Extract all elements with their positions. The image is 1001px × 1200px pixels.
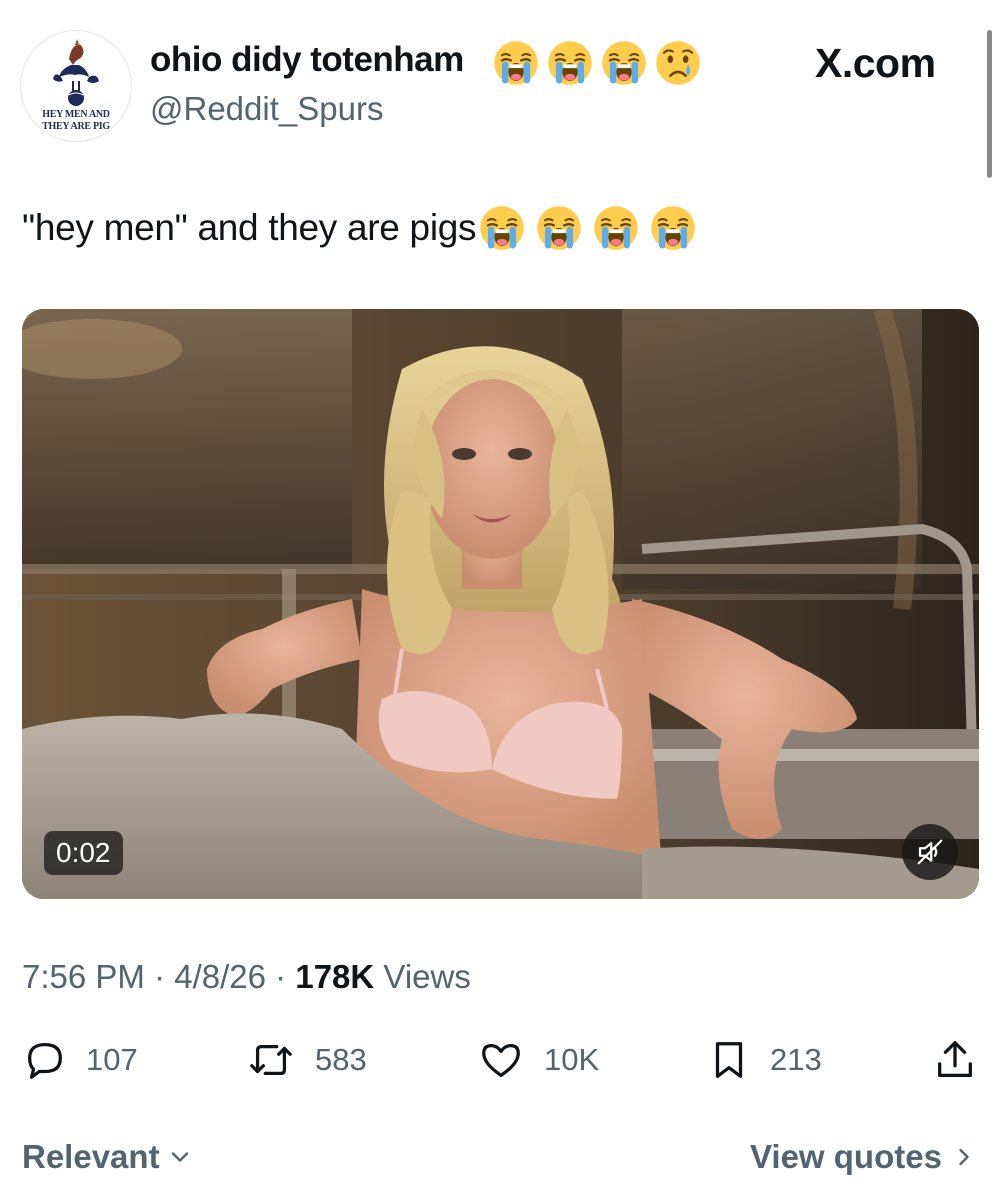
tweet-text-emojis bbox=[479, 205, 696, 251]
views-label: Views bbox=[383, 958, 471, 995]
loudly-crying-face-icon bbox=[601, 40, 647, 86]
loudly-crying-face-icon bbox=[593, 205, 639, 251]
view-quotes-label: View quotes bbox=[750, 1138, 942, 1175]
reply-button[interactable]: 107 bbox=[22, 1035, 138, 1085]
avatar-caption: HEY MEN AND THEY ARE PIG bbox=[21, 109, 131, 133]
like-count: 10K bbox=[544, 1042, 600, 1077]
cockerel-on-ball-crest-icon bbox=[53, 39, 99, 106]
avatar-caption-line1: HEY MEN AND bbox=[42, 109, 110, 120]
tweet-meta: 7:56 PM · 4/8/26 · 178K Views bbox=[22, 958, 471, 996]
repost-count: 583 bbox=[315, 1042, 367, 1077]
repost-button[interactable]: 583 bbox=[245, 1035, 367, 1085]
reply-count: 107 bbox=[86, 1042, 138, 1077]
loudly-crying-face-icon bbox=[547, 40, 593, 86]
like-button[interactable]: 10K bbox=[476, 1035, 599, 1085]
loudly-crying-face-icon bbox=[493, 40, 539, 86]
loudly-crying-face-icon bbox=[536, 205, 582, 251]
user-handle[interactable]: @Reddit_Spurs bbox=[150, 90, 383, 128]
speaker-muted-icon bbox=[917, 839, 943, 865]
crying-face-icon bbox=[655, 40, 701, 86]
action-bar: 107 583 10K 213 bbox=[0, 1035, 1001, 1085]
avatar[interactable]: HEY MEN AND THEY ARE PIG bbox=[20, 30, 132, 142]
repost-icon bbox=[250, 1044, 292, 1076]
tweet-text-content: "hey men" and they are pigs bbox=[22, 207, 477, 248]
video-player[interactable]: 0:02 bbox=[22, 309, 979, 899]
sort-dropdown[interactable]: Relevant bbox=[22, 1138, 194, 1176]
video-frame bbox=[22, 309, 979, 899]
chevron-down-icon bbox=[171, 1152, 188, 1162]
meta-separator: · bbox=[275, 958, 287, 995]
loudly-crying-face-icon bbox=[650, 205, 696, 251]
avatar-caption-line2: THEY ARE PIG bbox=[42, 121, 110, 132]
source-label: X.com bbox=[815, 40, 936, 86]
share-button[interactable] bbox=[932, 1035, 978, 1085]
tweet-text: "hey men" and they are pigs bbox=[22, 205, 696, 251]
scrollbar[interactable] bbox=[987, 30, 992, 178]
loudly-crying-face-icon bbox=[479, 205, 525, 251]
share-icon bbox=[938, 1041, 972, 1077]
display-name-emojis bbox=[493, 40, 701, 86]
video-duration: 0:02 bbox=[44, 831, 123, 875]
mute-button[interactable] bbox=[902, 824, 958, 880]
bookmark-count: 213 bbox=[770, 1042, 822, 1077]
display-name[interactable]: ohio didy totenham bbox=[150, 40, 464, 80]
bookmark-button[interactable]: 213 bbox=[706, 1035, 822, 1085]
tweet-time[interactable]: 7:56 PM bbox=[22, 958, 145, 995]
views-count: 178K bbox=[295, 958, 375, 995]
reply-icon bbox=[28, 1043, 62, 1079]
view-quotes-link[interactable]: View quotes bbox=[750, 1138, 978, 1176]
bookmark-icon bbox=[715, 1042, 743, 1078]
meta-separator: · bbox=[154, 958, 166, 995]
tweet-date[interactable]: 4/8/26 bbox=[174, 958, 266, 995]
heart-icon bbox=[482, 1043, 520, 1077]
sort-label: Relevant bbox=[22, 1138, 160, 1175]
chevron-right-icon bbox=[959, 1148, 969, 1166]
